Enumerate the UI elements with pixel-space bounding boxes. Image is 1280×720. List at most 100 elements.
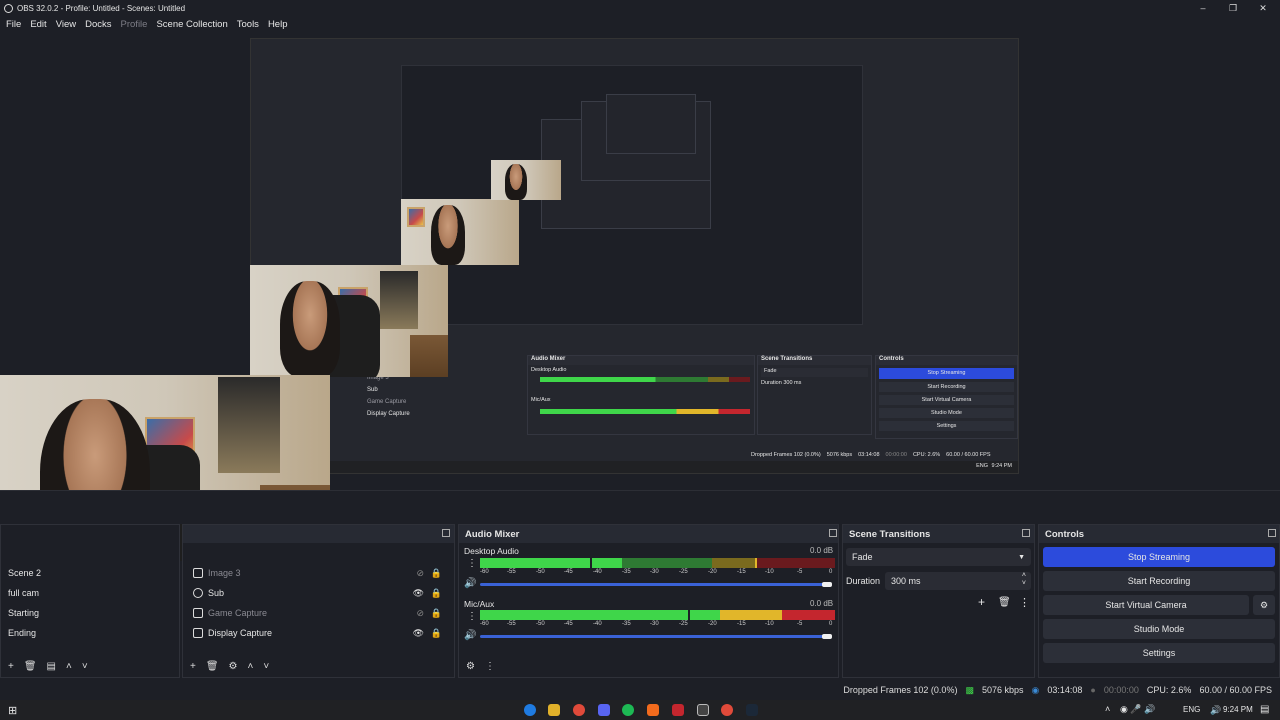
lock-icon[interactable]: 🔒 [431,608,442,619]
add-transition-icon[interactable]: + [978,595,985,609]
menu-help[interactable]: Help [268,19,288,30]
nested-cpu: CPU: 2.6% [912,452,941,458]
tray-network-icon[interactable]: 🔊 [1210,705,1221,716]
start-recording-button[interactable]: Start Recording [1043,571,1275,591]
move-down-icon[interactable]: ˅ [82,661,88,672]
remove-transition-icon[interactable]: 🗑 [998,597,1011,608]
desktop-audio-slider[interactable] [480,583,830,586]
virtual-camera-settings-icon[interactable]: ⚙ [1253,595,1275,615]
mic-aux-menu-icon[interactable]: ⋮ [467,611,477,622]
settings-button[interactable]: Settings [1043,643,1275,663]
transition-select[interactable]: Fade ▼ [846,548,1031,566]
steam-icon[interactable] [746,704,758,716]
nested-kbps: 5076 kbps [826,452,853,458]
scene-item-scene-2[interactable]: Scene 2 [1,563,179,583]
nested-desktop-meter [540,377,750,382]
notifications-icon[interactable]: ▤ [1260,704,1269,715]
app-icon[interactable] [672,704,684,716]
lock-icon[interactable]: 🔒 [431,568,442,579]
source-item-sub[interactable]: Sub 👁 🔒 [183,583,454,603]
eye-hidden-icon[interactable]: ⊘ [416,568,424,579]
nested-status-bar: Dropped Frames 102 (0.0%) 5076 kbps 03:1… [751,450,1019,460]
mic-aux-slider-knob[interactable] [822,634,832,639]
undock-icon[interactable] [1268,529,1276,537]
source-item-display-capture[interactable]: Display Capture 👁 🔒 [183,623,454,643]
search-app-icon[interactable] [647,704,659,716]
transition-menu-icon[interactable]: ⋮ [1019,596,1030,609]
tray-icons[interactable]: ◉ 🎤 🔊 [1120,704,1155,715]
duration-input[interactable]: 300 ms ˄ ˅ [885,572,1031,590]
start-virtual-camera-button[interactable]: Start Virtual Camera [1043,595,1249,615]
windows-start-icon[interactable]: ⊞ [8,704,17,717]
source-item-game-capture[interactable]: Game Capture ⊘ 🔒 [183,603,454,623]
nested-studio-mode: Studio Mode [879,408,1014,418]
language-indicator[interactable]: ENG [1183,705,1200,714]
source-item-image-3[interactable]: Image 3 ⊘ 🔒 [183,563,454,583]
minimize-icon[interactable]: – [1188,0,1218,16]
scenes-dock-header-hidden [1,525,179,563]
globe-icon [193,588,203,598]
gamepad-icon [193,608,203,618]
lock-icon[interactable]: 🔒 [431,628,442,639]
desktop-audio-slider-knob[interactable] [822,582,832,587]
move-up-icon[interactable]: ˄ [66,661,72,672]
add-scene-icon[interactable]: + [8,661,14,672]
filters-icon[interactable]: ▤ [47,661,56,672]
scene-item-ending[interactable]: Ending [1,623,179,643]
discord-icon[interactable] [598,704,610,716]
desktop-audio-db: 0.0 dB [810,546,834,555]
restore-icon[interactable]: ❐ [1218,0,1248,16]
move-down-icon[interactable]: ˅ [263,661,269,672]
monitor-icon [193,628,203,638]
undock-icon[interactable] [829,529,837,537]
undock-icon[interactable] [442,529,450,537]
undock-icon[interactable] [1022,529,1030,537]
menu-edit[interactable]: Edit [30,19,46,30]
mixer-menu-icon[interactable]: ⋮ [485,661,495,672]
scenes-dock: Scene 2 full cam Starting Ending + 🗑 ▤ ˄… [0,524,180,678]
nested-scene-transitions-title: Scene Transitions [758,356,871,365]
eye-icon[interactable]: 👁 [413,628,424,639]
speaker-icon[interactable]: 🔊 [464,630,476,641]
lock-icon[interactable]: 🔒 [431,588,442,599]
webcam-overlay-small [401,199,519,265]
studio-mode-button[interactable]: Studio Mode [1043,619,1275,639]
add-source-icon[interactable]: + [190,661,196,672]
clock[interactable]: 9:24 PM [1223,705,1253,714]
mic-aux-meter [480,610,835,620]
source-properties-icon[interactable]: ⚙ [229,661,238,672]
mic-aux-slider[interactable] [480,635,830,638]
menu-scene-collection[interactable]: Scene Collection [156,19,227,30]
close-icon[interactable]: ✕ [1248,0,1278,16]
move-up-icon[interactable]: ˄ [248,661,254,672]
desktop-audio-label: Desktop Audio [464,546,519,556]
chrome-icon[interactable] [721,704,733,716]
remove-scene-icon[interactable]: 🗑 [24,661,37,672]
tray-chevron-icon[interactable]: ˄ [1105,704,1110,714]
signal-icon: ▩ [965,684,974,695]
nested-cascade-frame [606,94,696,154]
edge-icon[interactable] [524,704,536,716]
scene-item-starting[interactable]: Starting [1,603,179,623]
folder-icon[interactable] [548,704,560,716]
menu-view[interactable]: View [56,19,76,30]
remove-source-icon[interactable]: 🗑 [206,661,219,672]
chrome-icon[interactable] [573,704,585,716]
spotify-icon[interactable] [622,704,634,716]
obs-taskbar-icon[interactable] [697,704,709,716]
menu-tools[interactable]: Tools [237,19,259,30]
advanced-audio-icon[interactable]: ⚙ [466,661,475,672]
eye-icon[interactable]: 👁 [413,588,424,599]
scene-item-full-cam[interactable]: full cam [1,583,179,603]
scenes-toolbar: + 🗑 ▤ ˄ ˅ [1,655,179,677]
menu-docks[interactable]: Docks [85,19,111,30]
menu-profile[interactable]: Profile [121,19,148,30]
speaker-icon[interactable]: 🔊 [464,578,476,589]
stop-streaming-button[interactable]: Stop Streaming [1043,547,1275,567]
image-icon [193,568,203,578]
eye-hidden-icon[interactable]: ⊘ [416,608,424,619]
desktop-audio-menu-icon[interactable]: ⋮ [467,558,477,569]
obs-logo-icon [4,3,13,13]
duration-stepper-icon[interactable]: ˄ ˅ [1022,572,1026,588]
menu-file[interactable]: File [6,19,21,30]
